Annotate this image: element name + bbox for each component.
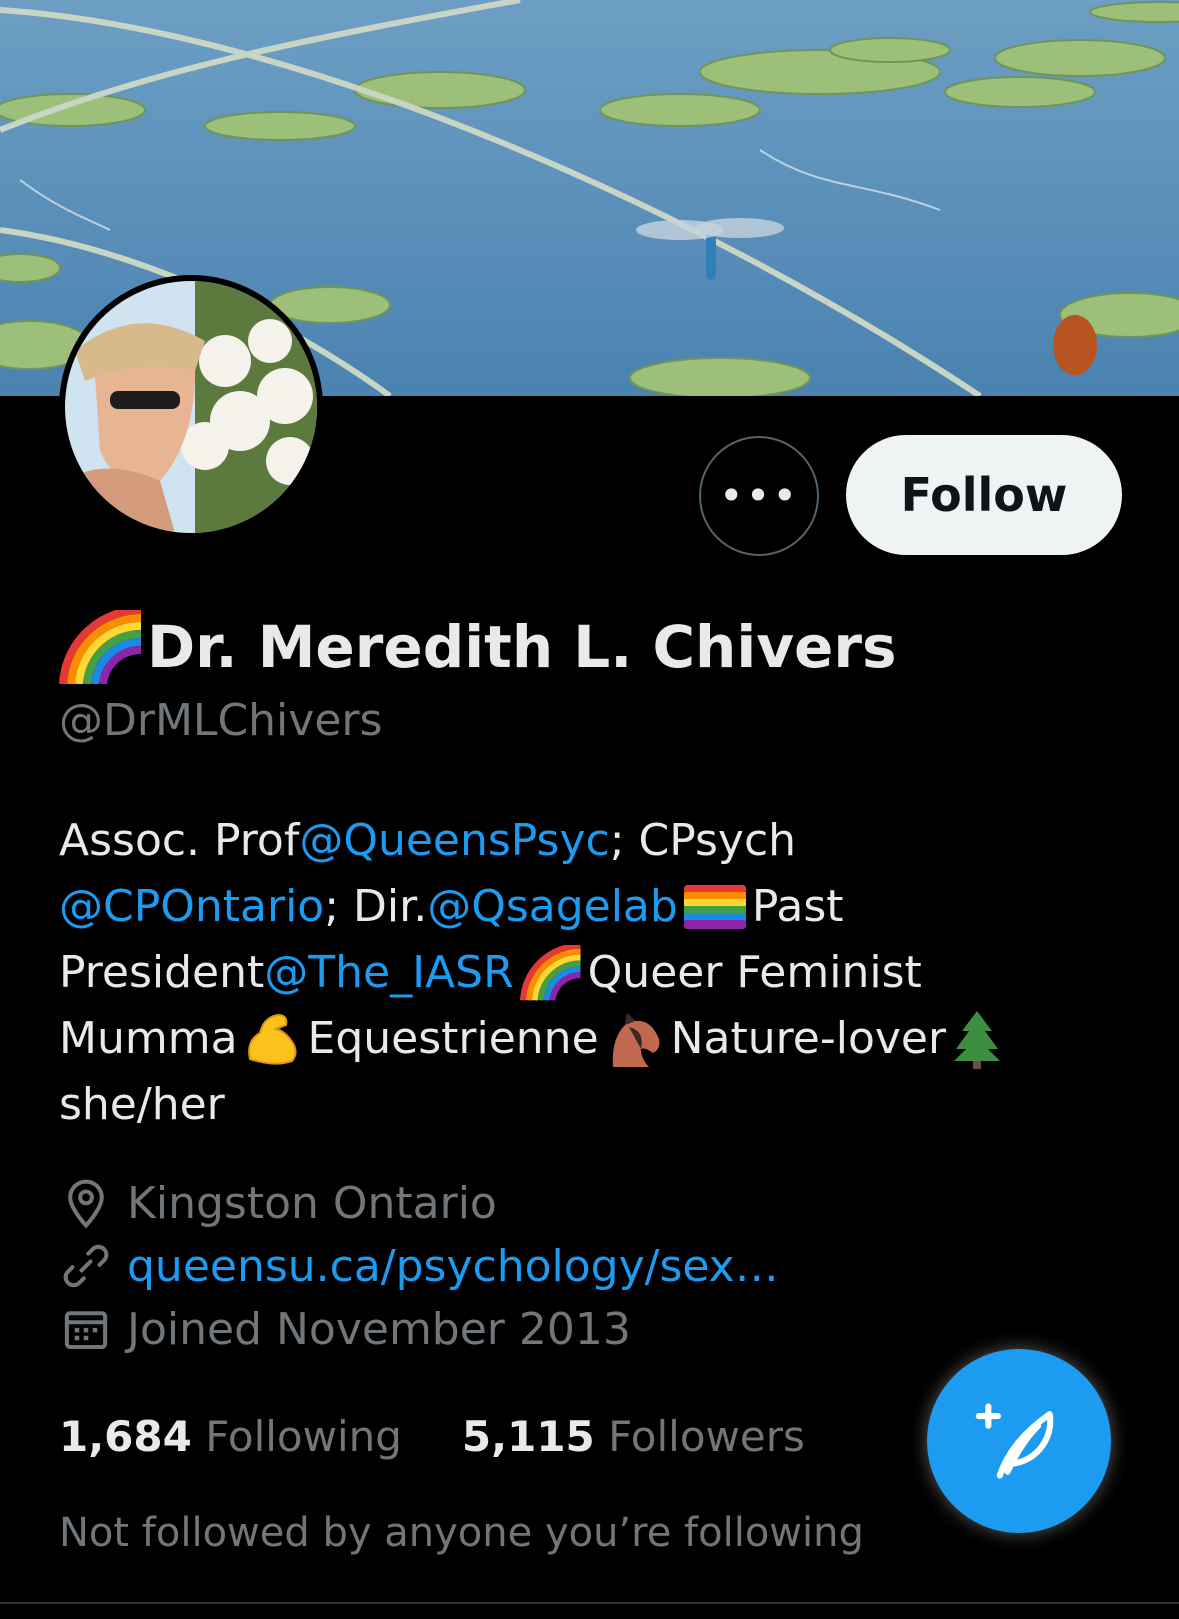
profile-website[interactable]: queensu.ca/psychology/sex…: [59, 1239, 779, 1293]
link-icon: [63, 1244, 109, 1288]
divider: [0, 1602, 1179, 1604]
bio-mention-the-iasr[interactable]: @The_IASR: [264, 940, 513, 1006]
compose-tweet-icon: [975, 1403, 1054, 1479]
bio-text: ; Dir.: [324, 881, 428, 932]
profile-bio: Assoc. Prof @QueensPsyc ; CPsych @CPOnta…: [59, 808, 1139, 1138]
followers-stat[interactable]: 5,115 Followers: [462, 1412, 805, 1461]
bio-text: she/her: [59, 1079, 225, 1130]
bio-mention-qsagelab[interactable]: @Qsagelab: [427, 874, 678, 940]
bio-text: Past: [751, 881, 844, 932]
bio-mention-cpontario[interactable]: @CPOntario: [59, 874, 324, 940]
calendar-icon: [64, 1311, 108, 1350]
bio-mention-queenspsyc[interactable]: @QueensPsyc: [299, 808, 609, 874]
followers-count: 5,115: [461, 1412, 595, 1461]
location-text: Kingston Ontario: [127, 1177, 497, 1229]
bio-text: Mumma: [59, 1013, 238, 1064]
bio-text: Equestrienne: [307, 1013, 599, 1064]
website-link[interactable]: queensu.ca/psychology/sex…: [127, 1241, 779, 1292]
compose-tweet-button[interactable]: [927, 1349, 1111, 1533]
profile-joined-date: Joined November 2013: [59, 1302, 631, 1356]
more-options-icon: •••: [718, 471, 800, 520]
evergreen-tree-icon: [954, 1011, 1001, 1069]
followers-label: Followers: [608, 1412, 805, 1461]
location-pin-icon: [68, 1179, 104, 1229]
bio-text: ; CPsych: [609, 815, 797, 866]
rainbow-icon: [59, 610, 142, 684]
following-label: Following: [205, 1412, 402, 1461]
following-stat[interactable]: 1,684 Following: [59, 1412, 402, 1461]
rainbow-icon: [519, 945, 581, 1001]
follow-stats: 1,684 Following 5,115 Followers: [59, 1412, 865, 1461]
user-handle: @DrMLChivers: [59, 695, 383, 746]
following-count: 1,684: [59, 1412, 192, 1461]
bio-text: Nature-lover: [670, 1013, 947, 1064]
horse-face-icon: [612, 1013, 660, 1067]
followed-by-note: Not followed by anyone you’re following: [59, 1510, 864, 1556]
profile-location: Kingston Ontario: [59, 1176, 497, 1230]
follow-button[interactable]: Follow: [846, 435, 1122, 555]
bio-text: President: [59, 947, 265, 998]
display-name: Dr. Meredith L. Chivers: [147, 613, 897, 681]
bio-text: Assoc. Prof: [59, 815, 300, 866]
profile-avatar[interactable]: [59, 275, 323, 539]
pride-flag-icon: [683, 885, 746, 929]
display-name-row: Dr. Meredith L. Chivers: [59, 610, 897, 684]
joined-text: Joined November 2013: [127, 1303, 631, 1355]
bio-text: Queer Feminist: [587, 947, 922, 998]
more-options-button[interactable]: •••: [699, 436, 819, 556]
flexed-biceps-icon: [247, 1013, 297, 1065]
